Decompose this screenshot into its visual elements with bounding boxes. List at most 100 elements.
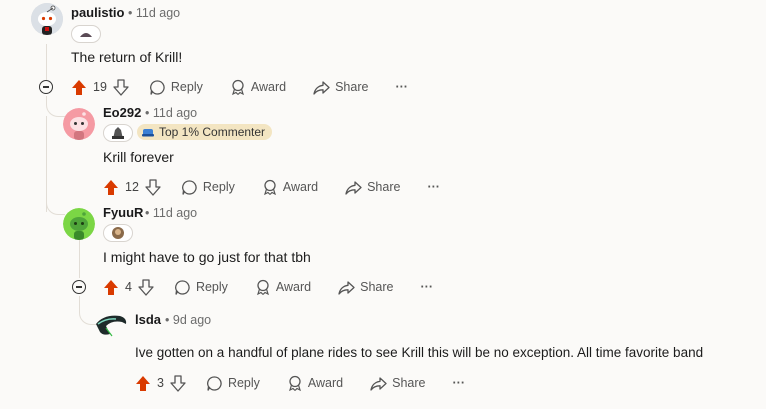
award-button[interactable]: Award xyxy=(255,279,311,296)
reply-label: Reply xyxy=(202,180,235,194)
more-options-button[interactable]: ··· xyxy=(453,376,466,390)
comment-actions: 12 Reply Award Share ··· xyxy=(103,176,440,198)
reply-button[interactable]: Reply xyxy=(206,375,260,392)
more-options-button[interactable]: ··· xyxy=(427,180,440,194)
custom-avatar-icon xyxy=(96,315,127,337)
award-button[interactable]: Award xyxy=(287,375,343,392)
upvote-button[interactable] xyxy=(135,375,151,392)
upvote-button[interactable] xyxy=(103,279,119,296)
vote-count: 4 xyxy=(125,280,132,294)
downvote-button[interactable] xyxy=(138,278,154,296)
award-icon xyxy=(288,375,301,391)
reply-label: Reply xyxy=(170,80,203,94)
more-options-button[interactable]: ··· xyxy=(421,280,434,294)
avatar[interactable] xyxy=(94,310,128,340)
snoo-avatar-icon xyxy=(63,108,95,140)
badge-hat-icon xyxy=(142,129,154,137)
username[interactable]: lsda xyxy=(135,312,161,327)
comment-meta: • 11d ago xyxy=(145,106,197,120)
user-flair xyxy=(71,25,101,43)
upvote-arrow-icon xyxy=(72,79,86,95)
share-button[interactable]: Share xyxy=(338,279,394,296)
snoo-avatar-icon xyxy=(31,3,63,35)
comment-meta: • 11d ago xyxy=(145,206,197,220)
upvote-arrow-icon xyxy=(104,179,118,195)
upvote-button[interactable] xyxy=(103,179,119,196)
timestamp[interactable]: 11d ago xyxy=(153,206,197,220)
username[interactable]: FyuuR xyxy=(103,205,143,220)
flair-emoji-icon xyxy=(80,33,92,37)
vote-count: 12 xyxy=(125,180,139,194)
comment-actions: 3 Reply Award Share ··· xyxy=(135,372,465,394)
share-arrow-icon xyxy=(345,180,362,195)
user-flair xyxy=(103,224,133,242)
thread-line xyxy=(46,44,47,80)
thread-line xyxy=(79,240,80,278)
share-button[interactable]: Share xyxy=(370,375,426,392)
comment-body: Krill forever xyxy=(103,149,174,165)
vote-count: 19 xyxy=(93,80,107,94)
flair-emoji-icon xyxy=(112,227,124,239)
share-label: Share xyxy=(367,180,401,194)
upvote-button[interactable] xyxy=(71,79,87,96)
award-icon xyxy=(231,79,244,95)
username[interactable]: paulistio xyxy=(71,5,124,20)
downvote-arrow-icon xyxy=(138,278,154,296)
top-commenter-badge: Top 1% Commenter xyxy=(137,124,273,140)
separator: • xyxy=(145,106,150,120)
reply-label: Reply xyxy=(195,280,228,294)
reply-button[interactable]: Reply xyxy=(181,179,235,196)
comment-body: I might have to go just for that tbh xyxy=(103,249,311,265)
share-button[interactable]: Share xyxy=(345,179,400,196)
award-button[interactable]: Award xyxy=(262,179,318,196)
share-label: Share xyxy=(360,280,394,294)
share-arrow-icon xyxy=(313,80,330,95)
downvote-button[interactable] xyxy=(170,374,186,392)
avatar[interactable] xyxy=(31,3,63,35)
share-arrow-icon xyxy=(370,376,387,391)
award-label: Award xyxy=(282,180,319,194)
reply-bubble-icon xyxy=(150,79,165,95)
avatar[interactable] xyxy=(63,108,95,140)
comment-body: Ive gotten on a handful of plane rides t… xyxy=(135,345,704,360)
share-button[interactable]: Share xyxy=(313,79,368,96)
upvote-arrow-icon xyxy=(136,375,150,391)
reply-bubble-icon xyxy=(175,279,190,295)
comment-body: The return of Krill! xyxy=(71,49,183,65)
separator: • xyxy=(165,313,170,327)
award-label: Award xyxy=(250,80,287,94)
comment-meta: • 11d ago xyxy=(128,6,180,20)
flair-emoji-icon xyxy=(112,127,124,139)
share-label: Share xyxy=(392,376,426,390)
timestamp[interactable]: 11d ago xyxy=(153,106,197,120)
user-flair xyxy=(103,124,133,142)
collapse-thread-button[interactable] xyxy=(39,80,53,94)
reply-bubble-icon xyxy=(207,375,222,391)
reply-button[interactable]: Reply xyxy=(174,279,228,296)
more-options-button[interactable]: ··· xyxy=(395,80,408,94)
separator: • xyxy=(145,206,150,220)
reply-button[interactable]: Reply xyxy=(149,79,203,96)
award-label: Award xyxy=(275,280,312,294)
award-label: Award xyxy=(307,376,344,390)
comment-meta: • 9d ago xyxy=(165,313,211,327)
share-arrow-icon xyxy=(338,280,355,295)
downvote-arrow-icon xyxy=(145,178,161,196)
snoo-avatar-icon xyxy=(63,208,95,240)
timestamp[interactable]: 11d ago xyxy=(136,6,180,20)
vote-count: 3 xyxy=(157,376,164,390)
separator: • xyxy=(128,6,133,20)
username[interactable]: Eo292 xyxy=(103,105,141,120)
award-icon xyxy=(256,279,269,295)
award-icon xyxy=(263,179,276,195)
downvote-button[interactable] xyxy=(113,78,129,96)
downvote-arrow-icon xyxy=(170,374,186,392)
thread-curve xyxy=(46,196,65,215)
collapse-thread-button[interactable] xyxy=(72,280,86,294)
comment-actions: 19 Reply Award Share ··· xyxy=(71,76,408,98)
award-button[interactable]: Award xyxy=(230,79,286,96)
share-label: Share xyxy=(335,80,369,94)
downvote-button[interactable] xyxy=(145,178,161,196)
timestamp[interactable]: 9d ago xyxy=(173,313,211,327)
avatar[interactable] xyxy=(63,208,95,240)
